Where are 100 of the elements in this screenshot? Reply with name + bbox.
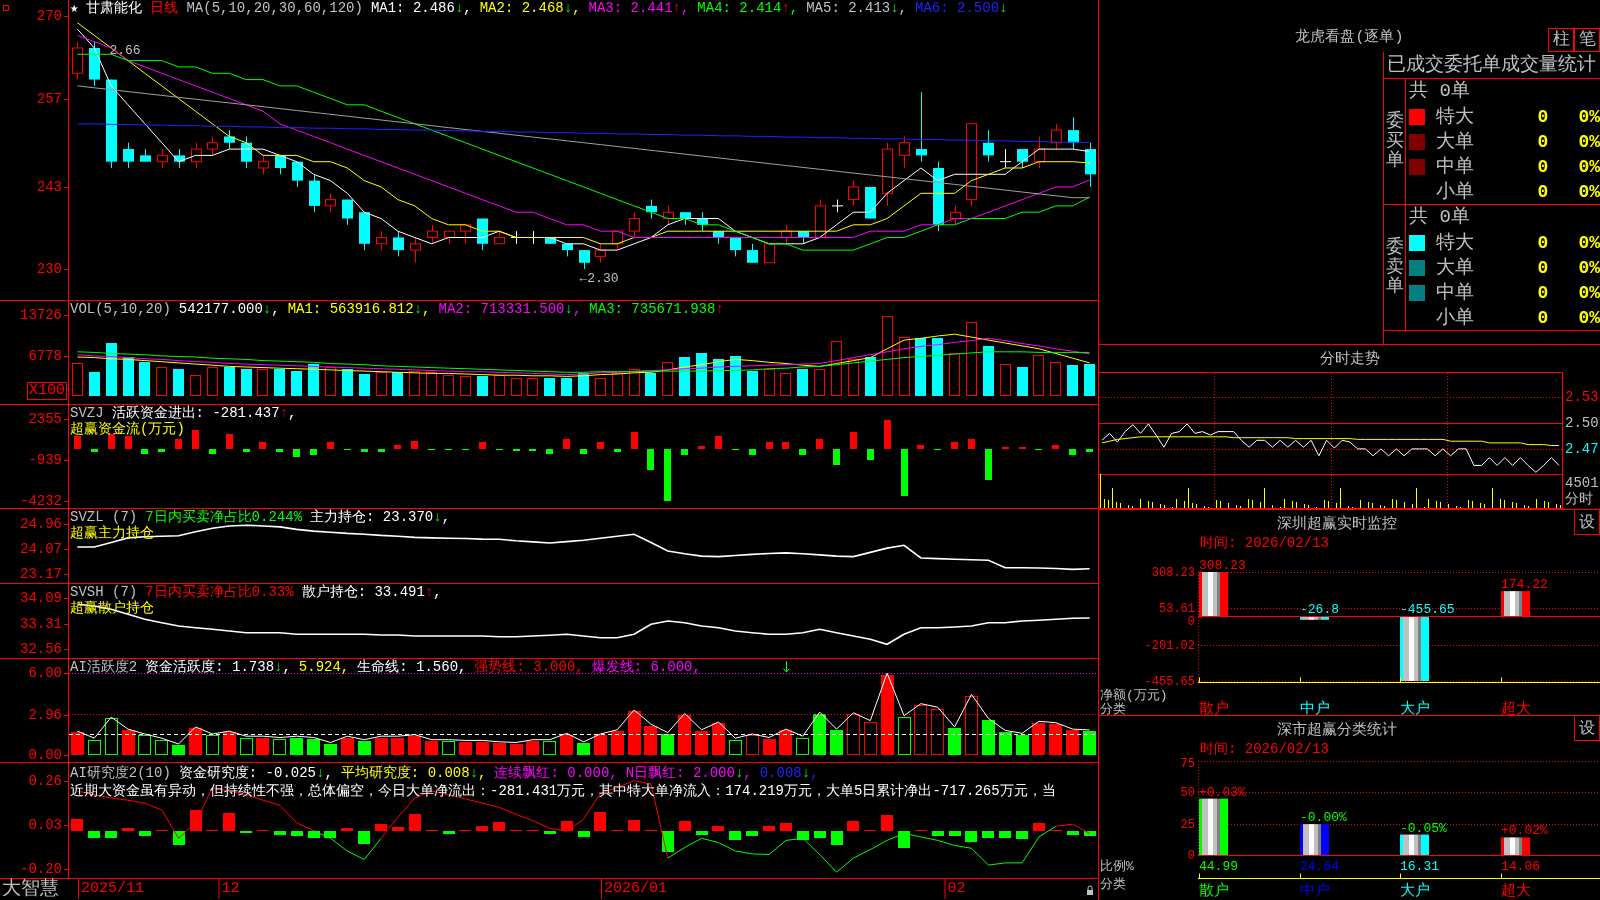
axis-label: 257 (36, 92, 62, 105)
volume-bar (814, 369, 825, 396)
app-name: 大智慧 (1, 879, 59, 900)
activity-bar (189, 728, 202, 755)
research-bar (358, 831, 370, 844)
axis-label: 6.00 (28, 667, 62, 680)
view-button[interactable]: 柱 (1548, 28, 1574, 52)
settings-button[interactable]: 设 (1574, 510, 1600, 535)
volume-bar (764, 369, 775, 396)
volume-bar (561, 378, 572, 396)
activity-bar (105, 718, 118, 755)
volume-bar (376, 372, 387, 396)
axis-label: 33.31 (20, 618, 62, 630)
order-count: 0 (1537, 130, 1549, 153)
chart-header-label: N日飘红: 2.000↓, (625, 765, 752, 781)
order-count: 0 (1537, 155, 1549, 178)
research-bar (780, 823, 792, 831)
volume-bar (426, 372, 437, 396)
fund-flow-bar (209, 449, 216, 454)
axis-title: 分类 (1100, 702, 1126, 717)
chart-header-label: 资金研究度: -0.025↓, (178, 765, 333, 781)
fund-flow-bar (276, 449, 283, 452)
volume-bar (1000, 364, 1011, 396)
research-bar (544, 831, 556, 834)
activity-bar (999, 732, 1012, 755)
activity-bar (324, 744, 337, 755)
axis-caption: 分时 (1565, 491, 1593, 507)
candle (680, 211, 691, 226)
category-label: 散户 (1199, 883, 1229, 900)
axis-label: 2.47 (1565, 441, 1599, 457)
volume-bar (224, 367, 235, 396)
volume-bar (1050, 362, 1061, 396)
fund-flow-bar (901, 449, 908, 496)
fund-flow-bar (850, 432, 857, 449)
axis-label: 34.09 (20, 592, 62, 604)
fund-flow-bar (91, 449, 98, 452)
chart-bar (1501, 591, 1530, 616)
category-label: 中户 (1300, 701, 1330, 718)
activity-bar (256, 738, 269, 755)
chart-bar (1199, 798, 1228, 855)
chart-header-label: 0.008↓, (759, 765, 819, 781)
chart-header-label: 7日内买卖净占比0.33% (145, 584, 294, 600)
fund-flow-bar (259, 442, 266, 449)
order-percent: 0% (1578, 306, 1600, 329)
order-count: 0 (1537, 306, 1549, 329)
activity-bar (172, 745, 185, 755)
volume-bar (308, 364, 319, 396)
candle (781, 224, 792, 245)
research-bar (847, 821, 859, 831)
activity-bar (307, 739, 320, 755)
research-bar (578, 831, 590, 837)
fund-flow-bar (1052, 445, 1059, 449)
activity-bar (88, 740, 101, 755)
axis-label: -0.20 (20, 863, 62, 876)
chart-header-label: 爆发线: 6.000, (591, 659, 701, 675)
chart-header-label: VOL(5,10,20) (70, 301, 171, 317)
chart-bar (1199, 572, 1228, 616)
axis-label: 270 (36, 10, 62, 23)
activity-bar (122, 730, 135, 755)
candle (72, 41, 83, 81)
activity-bar (746, 735, 759, 755)
category-label: 散户 (1199, 701, 1229, 718)
activity-bar (71, 732, 84, 755)
fund-flow-bar (158, 449, 165, 452)
axis-label: 25 (1180, 817, 1195, 832)
settings-button[interactable]: 设 (1574, 716, 1600, 741)
activity-bar (155, 740, 168, 755)
candle (1017, 148, 1028, 169)
activity-bar (476, 742, 489, 755)
axis-label: 13726 (20, 309, 62, 322)
axis-label: 308.23 (1151, 566, 1195, 580)
volume-bar (190, 375, 201, 396)
candle (882, 142, 893, 207)
candle (292, 161, 303, 188)
candle (713, 230, 724, 245)
chart-header-label: 资金活跃度: 1.738↓, (145, 659, 291, 675)
research-bar (712, 826, 724, 831)
axis-label: 53.61 (1159, 602, 1195, 617)
axis-title: 净额(万元) (1100, 688, 1168, 703)
view-button[interactable]: 笔 (1574, 28, 1600, 52)
timestamp: 时间: 2026/02/13 (1200, 741, 1329, 757)
research-bar (999, 831, 1011, 838)
volume-bar (662, 362, 673, 396)
activity-bar (594, 735, 607, 755)
candle (545, 236, 556, 245)
research-bar (493, 822, 505, 831)
chart-header-label: SVZJ (70, 405, 104, 421)
volume-bar (747, 371, 758, 396)
fund-flow-bar (664, 449, 671, 501)
order-percent: 0% (1578, 130, 1600, 153)
fund-flow-bar (563, 439, 570, 449)
order-count: 0 (1537, 105, 1549, 128)
fund-flow-bar (681, 449, 688, 455)
axis-label: 24.96 (20, 517, 62, 530)
candle (359, 211, 370, 251)
category-label: 中户 (1300, 883, 1330, 900)
order-count: 0 (1537, 281, 1549, 304)
candle (983, 129, 994, 163)
axis-label: 0 (1187, 849, 1195, 863)
lock-icon (1086, 885, 1094, 895)
